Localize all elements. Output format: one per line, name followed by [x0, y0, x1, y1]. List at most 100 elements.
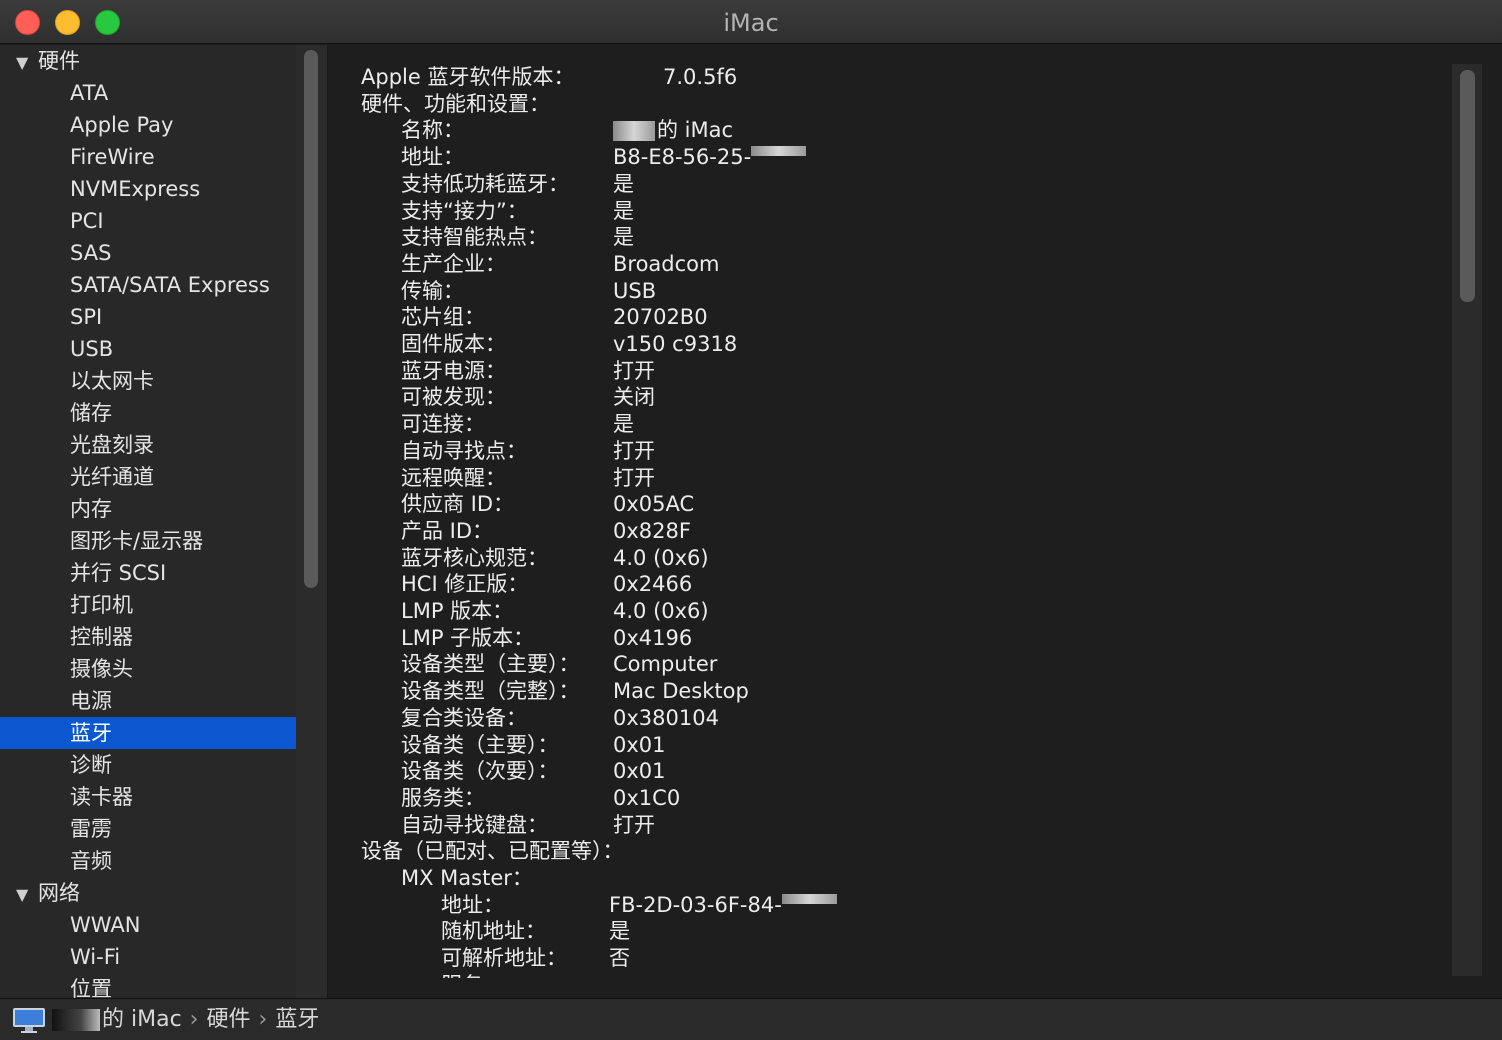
- path-breadcrumb: 的 iMac › 硬件 › 蓝牙: [52, 1005, 319, 1035]
- sidebar-group[interactable]: ▼ 网络: [0, 877, 296, 909]
- property-label: 固件版本：: [401, 332, 506, 356]
- property-value-text: 是: [609, 919, 630, 944]
- sidebar-item[interactable]: 储存: [0, 397, 296, 429]
- path-selected[interactable]: 蓝牙: [275, 1007, 319, 1032]
- sidebar-item[interactable]: FireWire: [0, 141, 296, 173]
- property-label: 硬件、功能和设置：: [361, 91, 550, 116]
- property-value-text: 关闭: [613, 385, 655, 410]
- property-value: 7.0.5f6: [663, 64, 737, 91]
- sidebar-group[interactable]: ▼ 硬件: [0, 45, 296, 77]
- property-label: 随机地址：: [441, 919, 546, 944]
- sidebar-item[interactable]: 并行 SCSI: [0, 557, 296, 589]
- property-label: 蓝牙电源：: [401, 358, 506, 383]
- property-value-text: 0x1C0: [613, 785, 681, 810]
- property-label: 服务：: [441, 972, 504, 978]
- property-value: USB: [613, 278, 656, 305]
- sidebar-item[interactable]: 内存: [0, 493, 296, 525]
- sidebar-item[interactable]: 诊断: [0, 749, 296, 781]
- sidebar-item[interactable]: 打印机: [0, 589, 296, 621]
- sidebar-item[interactable]: 光纤通道: [0, 461, 296, 493]
- property-value-text: Mac Desktop: [613, 679, 749, 704]
- sidebar-item[interactable]: 摄像头: [0, 653, 296, 685]
- redacted-text: [751, 146, 807, 157]
- property-value-text: 是: [613, 171, 634, 196]
- property-label: 可解析地址：: [441, 946, 567, 971]
- sidebar-group-label: 网络: [38, 881, 80, 905]
- property-value: 关闭: [613, 384, 655, 411]
- path-separator: ›: [258, 1007, 268, 1032]
- sidebar-item[interactable]: WWAN: [0, 909, 296, 941]
- property-value-text: B8-E8-56-25-: [613, 145, 752, 170]
- property-value-text: 4.0 (0x6): [613, 545, 709, 570]
- property-label: 支持低功耗蓝牙：: [401, 171, 569, 196]
- detail-pane: Apple 蓝牙软件版本： 7.0.5f6 硬件、功能和设置： 名称： 的 iMac 地址…: [329, 45, 1451, 978]
- property-value: 20702B0: [613, 304, 708, 331]
- property-value-text: 是: [613, 225, 634, 250]
- imac-icon: [13, 1008, 45, 1033]
- property-value-text: 0x380104: [613, 705, 719, 730]
- path-computer[interactable]: 的 iMac: [52, 1007, 182, 1032]
- sidebar-item[interactable]: 图形卡/显示器: [0, 525, 296, 557]
- property-label: 自动寻找点：: [401, 438, 527, 463]
- sidebar-item[interactable]: SAS: [0, 237, 296, 269]
- sidebar-item[interactable]: 光盘刻录: [0, 429, 296, 461]
- property-label: 支持“接力”：: [401, 198, 528, 223]
- property-label: 传输：: [401, 278, 464, 303]
- property-value-text: 否: [609, 946, 630, 971]
- property-value: Broadcom: [613, 251, 719, 278]
- property-label: 地址：: [441, 892, 504, 917]
- sidebar-item[interactable]: 读卡器: [0, 781, 296, 813]
- property-value-text: v150 c9318: [613, 332, 738, 356]
- property-label: MX Master：: [401, 866, 533, 890]
- property-value: 4.0 (0x6): [613, 598, 709, 625]
- sidebar-item[interactable]: PCI: [0, 205, 296, 237]
- property-label: 可连接：: [401, 412, 485, 437]
- sidebar-item[interactable]: Wi-Fi: [0, 941, 296, 973]
- property-value: 是: [613, 171, 634, 198]
- property-label: 自动寻找键盘：: [401, 812, 548, 837]
- property-label: 地址：: [401, 145, 464, 170]
- property-value: Mac Desktop: [613, 678, 749, 705]
- property-value-text: USB: [613, 278, 657, 303]
- property-label: Apple 蓝牙软件版本：: [361, 65, 575, 89]
- title-bar[interactable]: iMac: [0, 0, 1502, 44]
- property-value-text: Broadcom: [613, 251, 720, 276]
- property-value: 0x380104: [613, 705, 719, 732]
- property-value-text: Computer: [613, 652, 718, 677]
- property-value: v150 c9318: [613, 331, 737, 358]
- property-value: 是: [613, 198, 634, 225]
- property-value: 是: [613, 411, 634, 438]
- disclosure-triangle-icon[interactable]: ▼: [16, 879, 38, 911]
- property-label: 支持智能热点：: [401, 225, 548, 250]
- property-value: 的 iMac: [613, 117, 733, 144]
- sidebar-item[interactable]: 电源: [0, 685, 296, 717]
- property-value-text: 打开: [613, 358, 655, 383]
- property-label: LMP 版本：: [401, 599, 514, 623]
- property-value-text: FB-2D-03-6F-84-: [609, 892, 782, 917]
- detail-scrollbar-thumb[interactable]: [1460, 70, 1475, 302]
- sidebar-scrollbar-thumb[interactable]: [304, 50, 318, 588]
- path-section[interactable]: 硬件: [206, 1007, 250, 1032]
- sidebar-item[interactable]: 雷雳: [0, 813, 296, 845]
- property-label: 产品 ID：: [401, 518, 494, 543]
- property-value-text: 0x4196: [613, 625, 693, 650]
- property-label: 可被发现：: [401, 385, 506, 410]
- sidebar-item[interactable]: SATA/SATA Express: [0, 269, 296, 301]
- sidebar-item[interactable]: 音频: [0, 845, 296, 877]
- sidebar-item[interactable]: ATA: [0, 77, 296, 109]
- property-value-text: 打开: [613, 812, 655, 837]
- redacted-text: [613, 121, 655, 142]
- sidebar-item[interactable]: 控制器: [0, 621, 296, 653]
- sidebar-item[interactable]: SPI: [0, 301, 296, 333]
- sidebar-item[interactable]: 以太网卡: [0, 365, 296, 397]
- sidebar-item[interactable]: Apple Pay: [0, 109, 296, 141]
- redacted-name: [52, 1009, 100, 1031]
- property-value: 是: [609, 918, 630, 945]
- sidebar-item[interactable]: 蓝牙: [0, 717, 296, 749]
- sidebar-item[interactable]: 位置: [0, 973, 296, 998]
- sidebar-item[interactable]: USB: [0, 333, 296, 365]
- property-value: 0x4196: [613, 625, 692, 652]
- sidebar-item[interactable]: NVMExpress: [0, 173, 296, 205]
- disclosure-triangle-icon[interactable]: ▼: [16, 47, 38, 79]
- property-value-text: 0x2466: [613, 572, 693, 597]
